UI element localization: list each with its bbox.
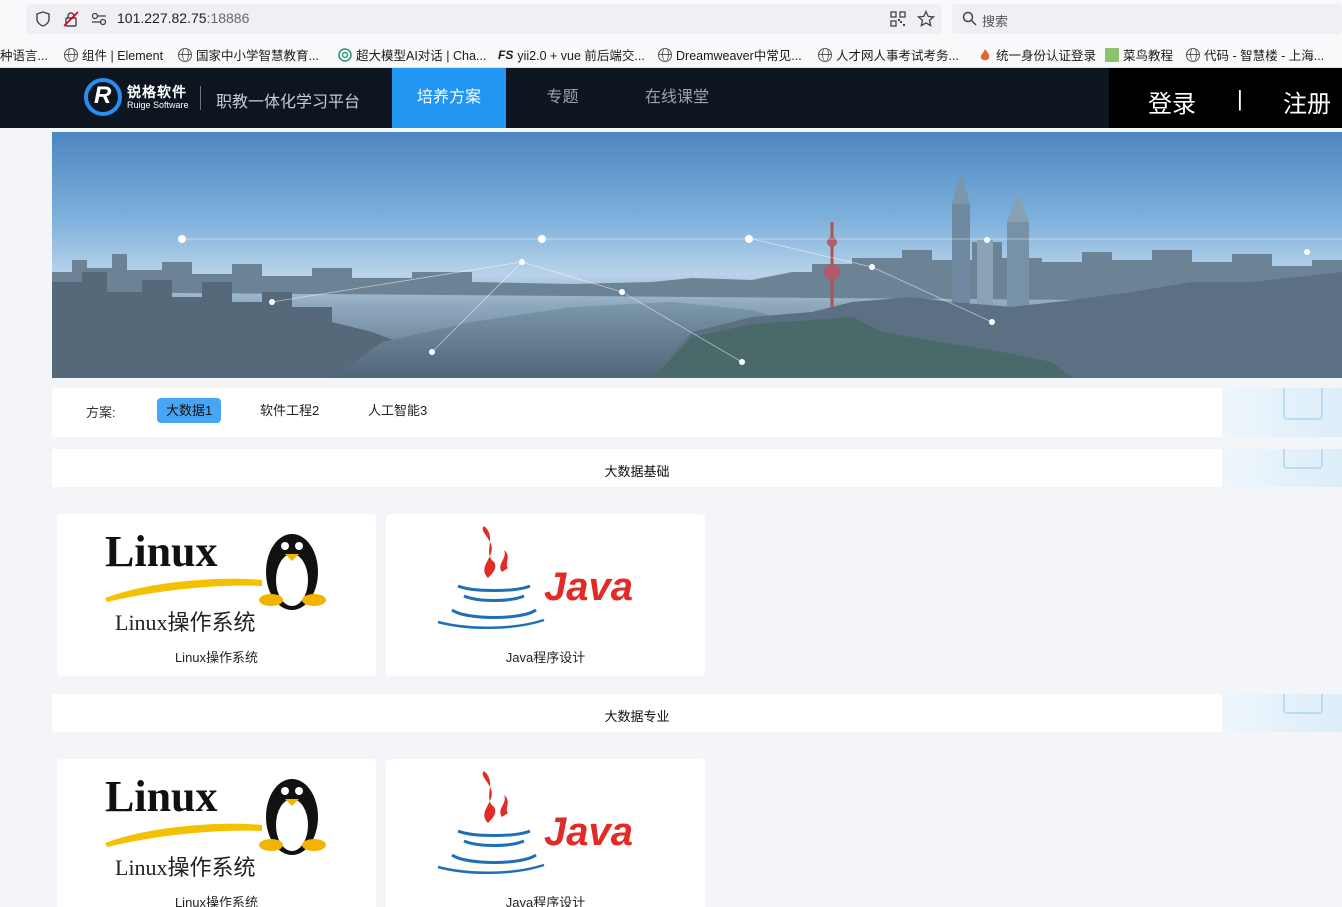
bookmarks-bar: 种语言... 组件 | Element 国家中小学智慧教育... 超大模型AI对… bbox=[0, 38, 1342, 68]
logo-divider bbox=[200, 86, 201, 110]
bookmark-item[interactable]: Dreamweaver中常见... bbox=[658, 45, 802, 64]
panel-decoration bbox=[1222, 694, 1342, 732]
linux-logo: Linux Linux操作系统 bbox=[105, 527, 326, 635]
section-title: 大数据基础 bbox=[604, 464, 670, 479]
svg-text:Java: Java bbox=[544, 565, 633, 609]
search-placeholder: 搜索 bbox=[982, 14, 1009, 29]
svg-text:Linux: Linux bbox=[105, 527, 218, 576]
svg-text:Java: Java bbox=[544, 810, 633, 854]
flame-icon bbox=[980, 48, 990, 60]
scheme-label: 方案: bbox=[86, 405, 116, 420]
svg-text:Linux操作系统: Linux操作系统 bbox=[115, 855, 256, 880]
bookmark-item[interactable]: 种语言... bbox=[0, 45, 48, 64]
course-name: Linux操作系统 bbox=[174, 650, 259, 665]
register-link[interactable]: 注册 bbox=[1283, 84, 1331, 119]
ruige-logo-icon[interactable] bbox=[84, 78, 122, 116]
globe-icon bbox=[818, 47, 832, 62]
bookmark-item[interactable]: 组件 | Element bbox=[64, 45, 163, 64]
decoration-icon bbox=[1283, 388, 1323, 420]
globe-icon bbox=[178, 47, 192, 62]
search-icon bbox=[962, 11, 977, 26]
insecure-lock-icon[interactable] bbox=[63, 11, 79, 27]
nav-topics[interactable]: 专题 bbox=[520, 68, 605, 128]
bookmark-item[interactable]: 菜鸟教程 bbox=[1105, 45, 1173, 64]
course-name: Java程序设计 bbox=[505, 895, 586, 907]
city-skyline-image bbox=[52, 172, 1342, 378]
nav-online-class[interactable]: 在线课堂 bbox=[630, 68, 724, 128]
scheme-tab-bigdata[interactable]: 大数据1 bbox=[157, 398, 222, 423]
runoob-icon bbox=[1105, 47, 1119, 62]
bookmark-item[interactable]: 统一身份认证登录 bbox=[978, 45, 1096, 64]
fs-icon: FS bbox=[498, 47, 514, 62]
scheme-panel bbox=[52, 388, 1222, 437]
bookmark-item[interactable]: FS yii2.0 + vue 前后端交... bbox=[498, 45, 645, 64]
logo-text-en: Ruige Software bbox=[127, 100, 189, 110]
platform-name: 职教一体化学习平台 bbox=[216, 94, 361, 111]
course-name: Linux操作系统 bbox=[174, 895, 259, 907]
auth-separator: | bbox=[1237, 86, 1243, 111]
panel-decoration bbox=[1222, 388, 1342, 437]
browser-search-box[interactable] bbox=[952, 4, 1342, 34]
nav-training-plan[interactable]: 培养方案 bbox=[392, 68, 506, 128]
bookmark-item[interactable]: 超大模型AI对话 | Cha... bbox=[338, 45, 486, 64]
svg-text:Linux操作系统: Linux操作系统 bbox=[115, 610, 256, 635]
url-text[interactable]: 101.227.82.75:18886 bbox=[117, 10, 249, 26]
site-permissions-icon[interactable] bbox=[91, 12, 107, 26]
course-name: Java程序设计 bbox=[505, 650, 586, 665]
svg-text:Linux: Linux bbox=[105, 772, 218, 821]
linux-logo: Linux Linux操作系统 bbox=[105, 772, 326, 880]
hero-banner bbox=[52, 132, 1342, 378]
decoration-icon bbox=[1283, 449, 1323, 469]
logo-text-cn: 锐格软件 bbox=[127, 84, 187, 100]
course-card-linux[interactable]: Linux Linux操作系统 Linux操作系统 bbox=[57, 759, 376, 907]
shield-icon[interactable] bbox=[35, 11, 51, 27]
globe-icon bbox=[658, 47, 672, 62]
course-card-java[interactable]: Java Java程序设计 bbox=[386, 514, 705, 676]
bookmark-star-icon[interactable] bbox=[917, 10, 935, 28]
login-link[interactable]: 登录 bbox=[1148, 84, 1196, 119]
java-logo: Java bbox=[437, 771, 633, 875]
bookmark-item[interactable]: 代码 - 智慧楼 - 上海... bbox=[1186, 45, 1324, 64]
course-card-java[interactable]: Java Java程序设计 bbox=[386, 759, 705, 907]
scheme-tab-software-eng[interactable]: 软件工程2 bbox=[251, 398, 328, 423]
panel-decoration bbox=[1222, 449, 1342, 487]
bookmark-item[interactable]: 人才网人事考试考务... bbox=[818, 45, 959, 64]
section-title: 大数据专业 bbox=[604, 709, 670, 724]
globe-icon bbox=[64, 47, 78, 62]
auth-area: 登录 | 注册 bbox=[1109, 68, 1342, 128]
course-card-linux[interactable]: Linux Linux操作系统 Linux操作系统 bbox=[57, 514, 376, 676]
decoration-icon bbox=[1283, 694, 1323, 714]
bookmark-item[interactable]: 国家中小学智慧教育... bbox=[178, 45, 319, 64]
globe-icon bbox=[1186, 47, 1200, 62]
scheme-tab-ai[interactable]: 人工智能3 bbox=[359, 398, 436, 423]
chatgpt-icon bbox=[338, 47, 352, 62]
java-logo: Java bbox=[437, 526, 633, 630]
qr-code-icon[interactable] bbox=[890, 11, 906, 27]
